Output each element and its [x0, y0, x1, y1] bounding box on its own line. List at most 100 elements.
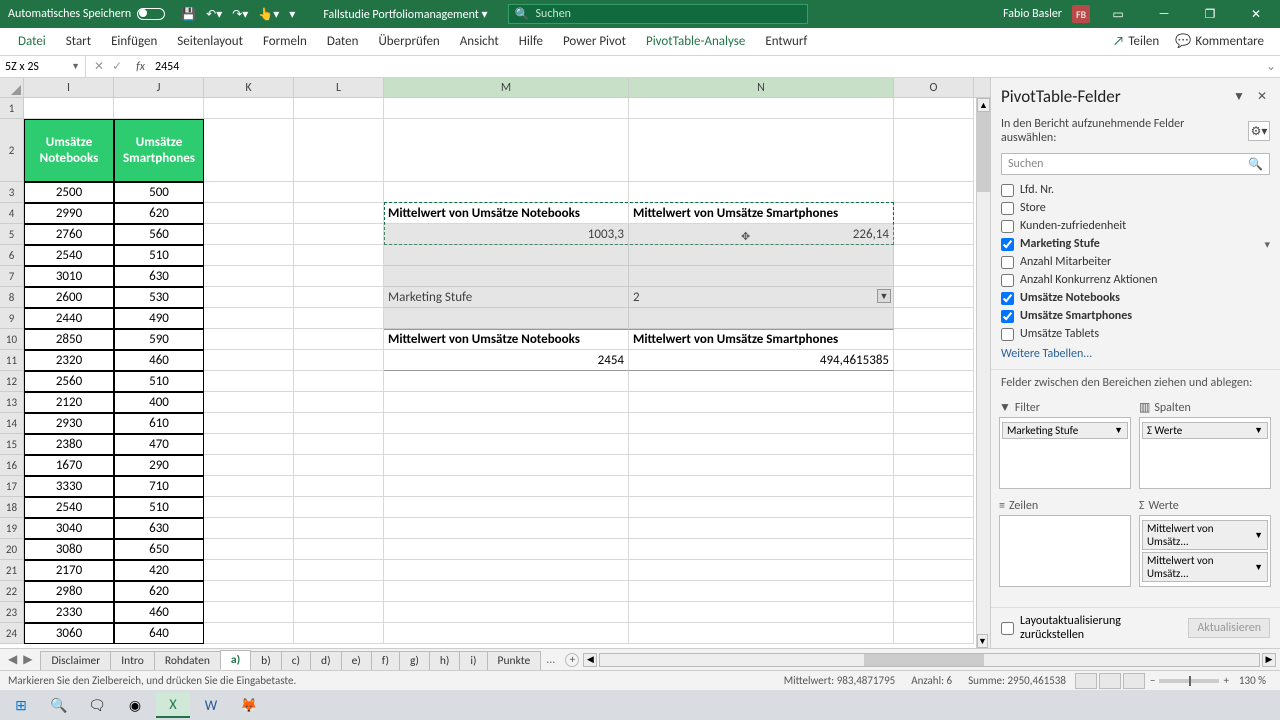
row-header[interactable]: 21	[0, 560, 24, 581]
cell[interactable]: 1670	[24, 455, 114, 476]
cell[interactable]: 650	[114, 539, 204, 560]
cell[interactable]	[294, 455, 384, 476]
cell[interactable]	[384, 434, 629, 455]
filter-dropdown-icon[interactable]: ▼	[877, 289, 891, 303]
cell[interactable]: 2440	[24, 308, 114, 329]
row-header[interactable]: 17	[0, 476, 24, 497]
sheet-tab[interactable]: Rohdaten	[154, 651, 221, 670]
row-header[interactable]: 3	[0, 182, 24, 203]
cell[interactable]	[384, 539, 629, 560]
zoom-in-icon[interactable]: +	[1219, 674, 1232, 687]
cell[interactable]: 494,4615385	[629, 350, 894, 371]
tab-ueberpruefen[interactable]: Überprüfen	[368, 28, 449, 56]
taskbar-firefox-icon[interactable]: 🦊	[232, 692, 266, 718]
row-header[interactable]: 9	[0, 308, 24, 329]
taskbar-obs-icon[interactable]: ◉	[118, 692, 152, 718]
cell[interactable]	[204, 497, 294, 518]
touch-icon[interactable]: 👆▾	[258, 7, 279, 22]
cell[interactable]	[894, 434, 974, 455]
field-item[interactable]: Store	[1001, 199, 1270, 217]
cell[interactable]	[629, 413, 894, 434]
customize-qat-icon[interactable]: ▾	[289, 7, 295, 22]
view-pagelayout-icon[interactable]	[1099, 673, 1121, 689]
minimize-icon[interactable]: —	[1146, 0, 1182, 28]
cell[interactable]: 400	[114, 392, 204, 413]
cell[interactable]	[294, 245, 384, 266]
cell[interactable]: 710	[114, 476, 204, 497]
cell[interactable]: 226,14	[629, 224, 894, 245]
cell[interactable]	[384, 371, 629, 392]
cell[interactable]	[114, 98, 204, 119]
cell[interactable]: 2980	[24, 581, 114, 602]
cell[interactable]	[894, 350, 974, 371]
cell[interactable]	[894, 119, 974, 182]
cell[interactable]	[894, 98, 974, 119]
field-checkbox[interactable]	[1001, 238, 1014, 251]
field-item[interactable]: Anzahl Mitarbeiter	[1001, 253, 1270, 271]
cell[interactable]: 460	[114, 602, 204, 623]
cell[interactable]: Umsätze Notebooks	[24, 119, 114, 182]
fx-icon[interactable]: fx	[130, 60, 151, 74]
cell[interactable]	[204, 119, 294, 182]
field-item[interactable]: Anzahl Konkurrenz Aktionen	[1001, 271, 1270, 289]
field-item[interactable]: Marketing Stufe▾	[1001, 235, 1270, 253]
cell[interactable]	[204, 182, 294, 203]
row-header[interactable]: 20	[0, 539, 24, 560]
cell[interactable]	[894, 203, 974, 224]
field-item[interactable]: Umsätze Smartphones	[1001, 307, 1270, 325]
scroll-down-icon[interactable]: ▼	[977, 634, 988, 648]
cell[interactable]	[294, 413, 384, 434]
cell[interactable]	[629, 371, 894, 392]
cell[interactable]	[629, 560, 894, 581]
select-all-corner[interactable]	[0, 78, 24, 97]
cell[interactable]: Mittelwert von Umsätze Smartphones	[629, 203, 894, 224]
cell[interactable]	[204, 245, 294, 266]
view-normal-icon[interactable]	[1075, 673, 1097, 689]
cell[interactable]	[204, 329, 294, 350]
sheet-tab[interactable]: f)	[371, 651, 400, 670]
worksheet-grid[interactable]: I J K L M N O 12Umsätze NotebooksUmsätze…	[0, 78, 990, 648]
col-header-K[interactable]: K	[204, 78, 294, 97]
quad-rows[interactable]: ≡Zeilen	[999, 497, 1131, 587]
taskbar-word-icon[interactable]: W	[194, 692, 228, 718]
cell[interactable]	[384, 182, 629, 203]
row-header[interactable]: 11	[0, 350, 24, 371]
cell[interactable]	[384, 245, 629, 266]
row-header[interactable]: 5	[0, 224, 24, 245]
cell[interactable]	[384, 581, 629, 602]
cell[interactable]	[894, 602, 974, 623]
field-item[interactable]: Kunden-zufriedenheit	[1001, 217, 1270, 235]
cell[interactable]	[294, 350, 384, 371]
sheet-tab[interactable]: i)	[459, 651, 487, 670]
cell[interactable]	[629, 539, 894, 560]
cell[interactable]: Marketing Stufe	[384, 287, 629, 308]
sheet-tab[interactable]: Disclaimer	[40, 651, 111, 670]
cell[interactable]	[204, 287, 294, 308]
cell[interactable]	[384, 560, 629, 581]
name-box[interactable]: 5Z x 2S▼	[0, 56, 86, 77]
cell[interactable]	[204, 602, 294, 623]
funnel-icon[interactable]: ▾	[1264, 238, 1270, 251]
quad-columns[interactable]: ▥Spalten Σ Werte▼	[1139, 398, 1271, 489]
cell[interactable]	[294, 434, 384, 455]
row-header[interactable]: 14	[0, 413, 24, 434]
cell[interactable]: 640	[114, 623, 204, 644]
cell[interactable]: 630	[114, 266, 204, 287]
cell[interactable]: 470	[114, 434, 204, 455]
cell[interactable]: 510	[114, 497, 204, 518]
cell[interactable]	[204, 539, 294, 560]
tab-entwurf[interactable]: Entwurf	[755, 28, 817, 56]
cell[interactable]	[629, 581, 894, 602]
sheet-nav-next-icon[interactable]: ▶	[23, 652, 32, 667]
save-icon[interactable]: 💾	[181, 7, 196, 22]
autosave-toggle[interactable]: Automatisches Speichern	[0, 7, 173, 21]
tab-ansicht[interactable]: Ansicht	[450, 28, 509, 56]
cell[interactable]	[204, 581, 294, 602]
pill-filter[interactable]: Marketing Stufe▼	[1002, 422, 1128, 439]
cell[interactable]	[384, 266, 629, 287]
sheet-tab[interactable]: d)	[310, 651, 342, 670]
taskbar-app-1-icon[interactable]: 🗨	[80, 692, 114, 718]
cell[interactable]: 510	[114, 371, 204, 392]
cell[interactable]	[894, 224, 974, 245]
cell[interactable]	[629, 434, 894, 455]
